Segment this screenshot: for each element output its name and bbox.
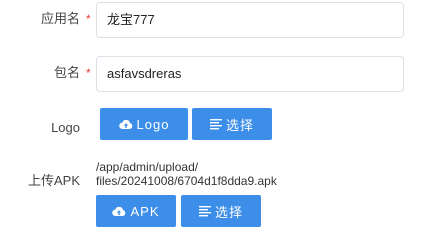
logo-label: Logo	[51, 120, 80, 135]
app-name-label: 应用名	[40, 11, 80, 26]
logo-upload-button-label: Logo	[136, 116, 170, 132]
apk-file-path-line2: files/20241008/6704d1f8dda9.apk	[96, 174, 277, 188]
logo-select-button-label: 选择	[225, 117, 254, 133]
apk-upload-button-label: APK	[130, 203, 160, 219]
apk-select-button[interactable]: 选择	[181, 195, 261, 227]
app-form: 应用名 * 龙宝777 包名 * asfavsdreras Logo Logo …	[0, 0, 431, 228]
apk-file-path-line1: /app/admin/upload/	[96, 160, 199, 174]
apk-label: 上传APK	[27, 173, 80, 188]
cloud-upload-icon	[112, 206, 126, 217]
list-icon	[198, 205, 211, 217]
apk-file-path: /app/admin/upload/ files/20241008/6704d1…	[96, 160, 416, 188]
package-name-required-mark: *	[86, 66, 91, 80]
app-name-required-mark: *	[86, 12, 91, 26]
apk-upload-button[interactable]: APK	[96, 195, 176, 227]
package-name-input[interactable]: asfavsdreras	[96, 56, 404, 92]
list-icon	[209, 118, 222, 130]
logo-select-button[interactable]: 选择	[192, 108, 272, 140]
cloud-upload-icon	[118, 119, 133, 130]
package-name-label: 包名	[53, 65, 80, 80]
logo-upload-button[interactable]: Logo	[100, 108, 188, 140]
apk-select-button-label: 选择	[214, 204, 243, 220]
app-name-input[interactable]: 龙宝777	[96, 2, 404, 38]
